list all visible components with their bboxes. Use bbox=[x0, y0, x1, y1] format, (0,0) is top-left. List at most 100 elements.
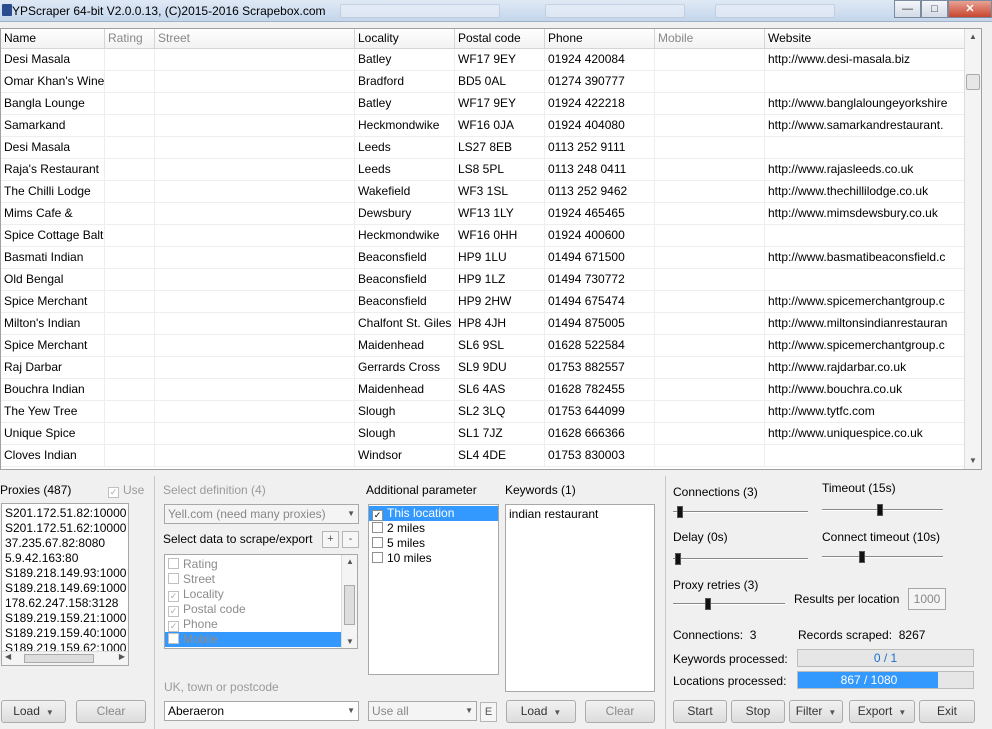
keywords-load-button[interactable]: Load ▼ bbox=[506, 700, 576, 723]
proxy-list-item[interactable]: S189.219.159.21:1000 bbox=[2, 611, 128, 626]
scroll-down-icon[interactable]: ▼ bbox=[346, 637, 354, 646]
column-header-street[interactable]: Street bbox=[155, 29, 355, 49]
use-all-select[interactable]: Use all ▼ bbox=[368, 701, 477, 721]
connections-slider[interactable] bbox=[673, 511, 808, 513]
field-checkbox[interactable]: ✓ bbox=[168, 621, 179, 632]
timeout-slider-thumb[interactable] bbox=[877, 504, 883, 516]
stop-button[interactable]: Stop bbox=[731, 700, 785, 723]
table-row[interactable]: Raja's Restaurant Leeds LS8 5PL 0113 248 04… bbox=[1, 159, 981, 181]
field-checkbox[interactable] bbox=[168, 573, 179, 584]
proxy-retries-slider[interactable] bbox=[673, 603, 785, 605]
scroll-thumb[interactable] bbox=[24, 654, 94, 663]
field-checkbox[interactable] bbox=[168, 633, 179, 644]
data-field-item[interactable]: ✓Website bbox=[165, 647, 357, 648]
close-button[interactable]: ✕ bbox=[948, 0, 992, 18]
scroll-up-icon[interactable]: ▲ bbox=[965, 29, 981, 45]
table-row[interactable]: Bouchra Indian Maidenhead SL6 4AS 01628 782… bbox=[1, 379, 981, 401]
proxies-load-button[interactable]: Load ▼ bbox=[1, 700, 66, 723]
table-row[interactable]: Samarkand Heckmondwike WF16 0JA 01924 40408… bbox=[1, 115, 981, 137]
results-grid[interactable]: Name Rating Street Locality Postal code … bbox=[0, 28, 982, 470]
keywords-list[interactable]: indian restaurant bbox=[505, 504, 655, 692]
keywords-clear-button[interactable]: Clear bbox=[585, 700, 655, 723]
scroll-thumb[interactable] bbox=[966, 74, 980, 90]
export-button[interactable]: Export ▼ bbox=[849, 700, 915, 723]
use-proxies-checkbox[interactable]: ✓ Use bbox=[108, 483, 144, 498]
fields-vertical-scrollbar[interactable]: ▲ ▼ bbox=[341, 555, 357, 648]
proxy-list-item[interactable]: S201.172.51.62:10000 bbox=[2, 521, 128, 536]
proxies-list[interactable]: S201.172.51.82:10000 S201.172.51.62:10000… bbox=[1, 503, 129, 666]
results-per-location-input[interactable]: 1000 bbox=[908, 588, 946, 610]
table-row[interactable]: The Chilli Lodge Wakefield WF3 1SL 0113 252… bbox=[1, 181, 981, 203]
table-row[interactable]: Cloves Indian Windsor SL4 4DE 01753 830003 bbox=[1, 445, 981, 467]
table-row[interactable]: Desi Masala Leeds LS27 8EB 0113 252 9111 bbox=[1, 137, 981, 159]
connect-timeout-slider[interactable] bbox=[822, 556, 943, 558]
data-field-item[interactable]: ✓ Phone bbox=[165, 617, 357, 632]
table-row[interactable]: Spice Merchant Beaconsfield HP9 2HW 01494 6… bbox=[1, 291, 981, 313]
scroll-left-icon[interactable]: ◀ bbox=[5, 652, 11, 661]
additional-parameter-item[interactable]: 5 miles bbox=[369, 536, 498, 551]
parameter-checkbox[interactable] bbox=[372, 537, 383, 548]
proxies-clear-button[interactable]: Clear bbox=[76, 700, 146, 723]
e-button[interactable]: E bbox=[480, 702, 497, 722]
data-fields-list[interactable]: Rating Street ✓ Locality ✓ Postal code ✓ Phone M… bbox=[164, 554, 358, 649]
data-field-item[interactable]: Rating bbox=[165, 557, 357, 572]
remove-definition-button[interactable]: - bbox=[342, 531, 359, 548]
add-definition-button[interactable]: + bbox=[322, 531, 339, 548]
field-checkbox[interactable]: ✓ bbox=[168, 606, 179, 617]
field-checkbox[interactable]: ✓ bbox=[168, 591, 179, 602]
proxy-list-item[interactable]: 5.9.42.163:80 bbox=[2, 551, 128, 566]
column-header-website[interactable]: Website bbox=[765, 29, 965, 49]
table-row[interactable]: The Yew Tree Slough SL2 3LQ 01753 644099 htt… bbox=[1, 401, 981, 423]
table-row[interactable]: Raj Darbar Gerrards Cross SL9 9DU 01753 882… bbox=[1, 357, 981, 379]
parameter-checkbox[interactable]: ✓ bbox=[372, 510, 383, 521]
column-header-postal-code[interactable]: Postal code bbox=[455, 29, 545, 49]
exit-button[interactable]: Exit bbox=[919, 700, 975, 723]
start-button[interactable]: Start bbox=[673, 700, 727, 723]
table-row[interactable]: Bangla Lounge Batley WF17 9EY 01924 422218 h… bbox=[1, 93, 981, 115]
column-header-name[interactable]: Name bbox=[1, 29, 105, 49]
proxy-list-item[interactable]: 37.235.67.82:8080 bbox=[2, 536, 128, 551]
data-field-item[interactable]: Mobile bbox=[165, 632, 357, 647]
connections-slider-thumb[interactable] bbox=[677, 506, 683, 518]
definition-select[interactable]: Yell.com (need many proxies) ▼ bbox=[164, 504, 359, 524]
grid-vertical-scrollbar[interactable]: ▲ ▼ bbox=[964, 29, 981, 469]
table-row[interactable]: Omar Khan's Wine Bradford BD5 0AL 01274 390… bbox=[1, 71, 981, 93]
maximize-button[interactable]: □ bbox=[921, 0, 948, 18]
proxy-list-item[interactable]: S189.218.149.69:1000 bbox=[2, 581, 128, 596]
additional-parameter-item[interactable]: 10 miles bbox=[369, 551, 498, 566]
column-header-rating[interactable]: Rating bbox=[105, 29, 155, 49]
proxy-list-item[interactable]: S189.219.159.40:1000 bbox=[2, 626, 128, 641]
column-header-phone[interactable]: Phone bbox=[545, 29, 655, 49]
proxy-list-item[interactable]: S201.172.51.82:10000 bbox=[2, 506, 128, 521]
scroll-right-icon[interactable]: ▶ bbox=[119, 652, 125, 661]
scroll-down-icon[interactable]: ▼ bbox=[965, 453, 981, 469]
parameter-checkbox[interactable] bbox=[372, 522, 383, 533]
column-header-locality[interactable]: Locality bbox=[355, 29, 455, 49]
proxy-retries-slider-thumb[interactable] bbox=[705, 598, 711, 610]
table-row[interactable]: Spice Merchant Maidenhead SL6 9SL 01628 522… bbox=[1, 335, 981, 357]
proxy-list-item[interactable]: S189.218.149.93:1000 bbox=[2, 566, 128, 581]
scroll-thumb[interactable] bbox=[344, 585, 355, 625]
table-row[interactable]: Old Bengal Beaconsfield HP9 1LZ 01494 73077… bbox=[1, 269, 981, 291]
filter-button[interactable]: Filter ▼ bbox=[789, 700, 843, 723]
table-row[interactable]: Unique Spice Slough SL1 7JZ 01628 666366 htt… bbox=[1, 423, 981, 445]
delay-slider-thumb[interactable] bbox=[675, 553, 681, 565]
additional-parameter-list[interactable]: ✓ This location 2 miles 5 miles 10 miles bbox=[368, 504, 499, 675]
proxy-list-item[interactable]: 178.62.247.158:3128 bbox=[2, 596, 128, 611]
delay-slider[interactable] bbox=[673, 558, 808, 560]
table-row[interactable]: Milton's Indian Chalfont St. Giles HP8 4JH… bbox=[1, 313, 981, 335]
field-checkbox[interactable] bbox=[168, 558, 179, 569]
column-header-mobile[interactable]: Mobile bbox=[655, 29, 765, 49]
table-row[interactable]: Basmati Indian Beaconsfield HP9 1LU 01494 6… bbox=[1, 247, 981, 269]
table-row[interactable]: Mims Cafe & Dewsbury WF13 1LY 01924 465465 h… bbox=[1, 203, 981, 225]
additional-parameter-item[interactable]: ✓ This location bbox=[369, 506, 498, 521]
location-input[interactable]: Aberaeron ▼ bbox=[164, 701, 359, 721]
additional-parameter-item[interactable]: 2 miles bbox=[369, 521, 498, 536]
data-field-item[interactable]: Street bbox=[165, 572, 357, 587]
data-field-item[interactable]: ✓ Locality bbox=[165, 587, 357, 602]
proxies-horizontal-scrollbar[interactable]: ◀ ▶ bbox=[2, 651, 128, 665]
connect-timeout-slider-thumb[interactable] bbox=[859, 551, 865, 563]
parameter-checkbox[interactable] bbox=[372, 552, 383, 563]
minimize-button[interactable]: — bbox=[894, 0, 921, 18]
scroll-up-icon[interactable]: ▲ bbox=[346, 557, 354, 566]
